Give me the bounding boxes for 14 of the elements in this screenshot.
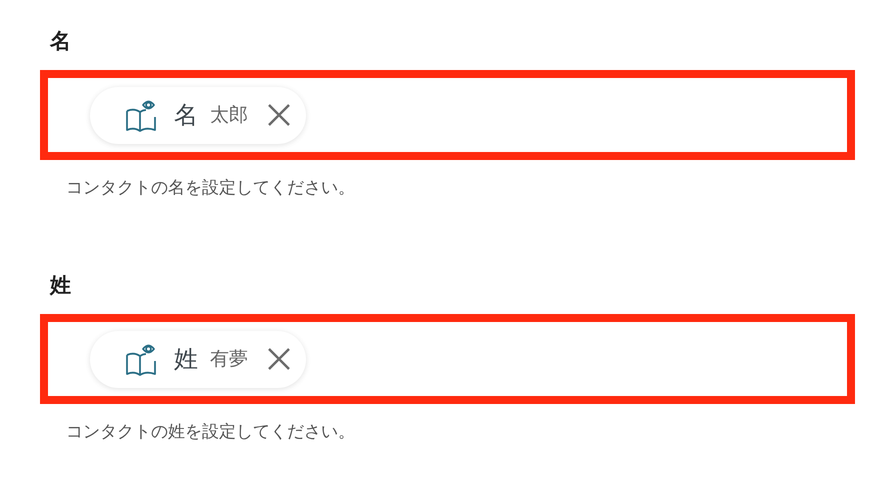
variable-value: 太郎	[210, 103, 248, 128]
variable-name: 姓	[174, 344, 198, 375]
remove-button[interactable]	[266, 346, 292, 372]
input-field[interactable]: 名 太郎	[40, 70, 855, 160]
field-label: 姓	[50, 272, 72, 299]
input-field[interactable]: 姓 有夢	[40, 314, 855, 404]
field-label: 名	[50, 28, 72, 55]
close-icon	[266, 102, 292, 128]
remove-button[interactable]	[266, 102, 292, 128]
variable-name: 名	[174, 100, 198, 131]
variable-value: 有夢	[210, 347, 248, 372]
help-text: コンタクトの名を設定してください。	[66, 177, 356, 200]
help-text: コンタクトの姓を設定してください。	[66, 421, 356, 444]
close-icon	[266, 346, 292, 372]
